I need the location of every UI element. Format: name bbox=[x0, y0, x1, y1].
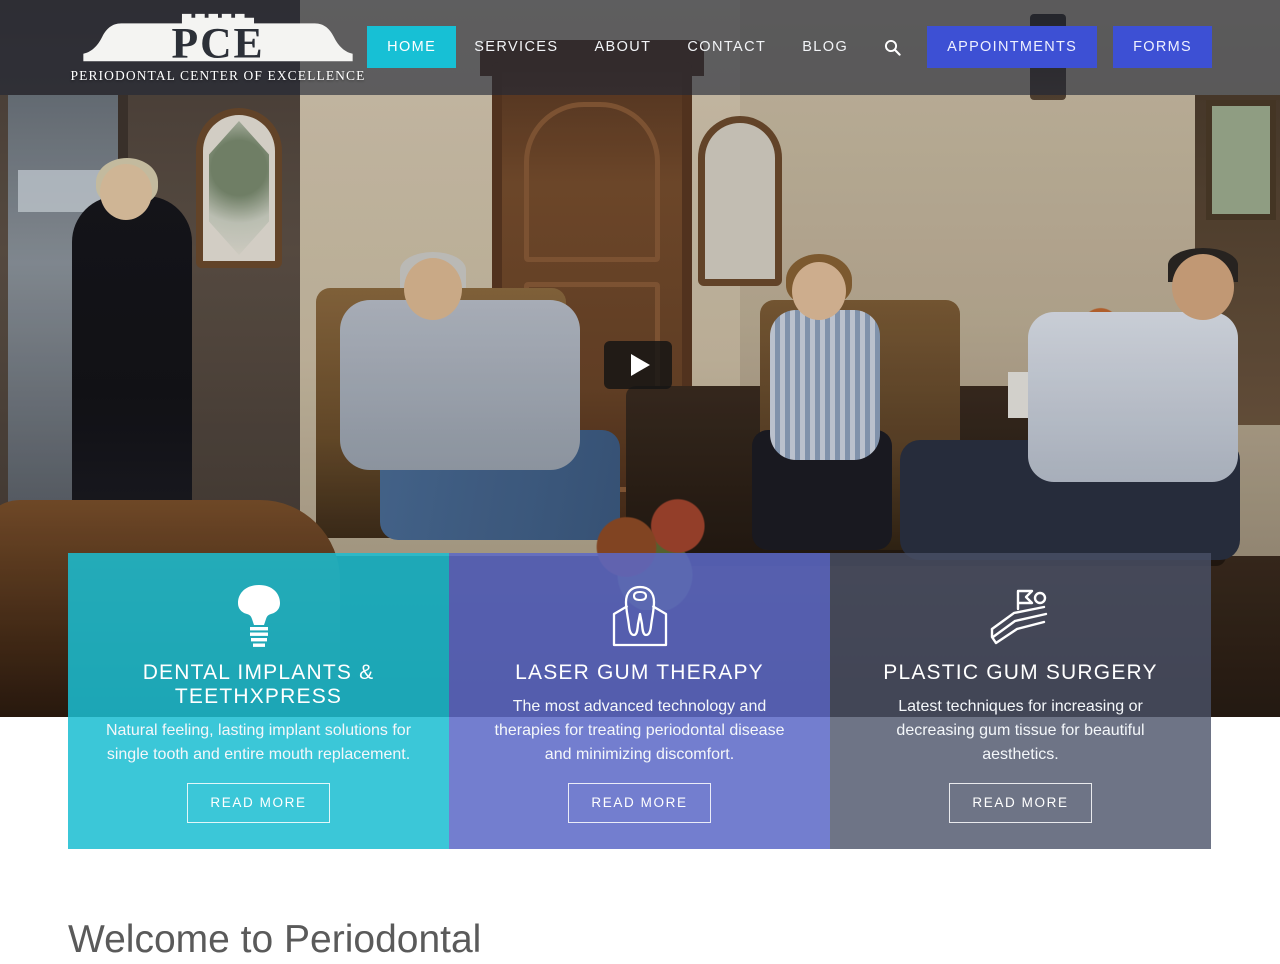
card-title: LASER GUM THERAPY bbox=[515, 661, 764, 684]
video-play-button[interactable] bbox=[604, 341, 672, 389]
forms-button[interactable]: FORMS bbox=[1113, 26, 1212, 68]
card-description: The most advanced technology and therapi… bbox=[494, 698, 785, 763]
appointments-button[interactable]: APPOINTMENTS bbox=[927, 26, 1098, 68]
welcome-section: Welcome to Periodontal bbox=[68, 916, 1068, 964]
site-header: PCE PERIODONTAL CENTER OF EXCELLENCE HOM… bbox=[0, 0, 1280, 95]
card-title: DENTAL IMPLANTS & TEETHXPRESS bbox=[142, 661, 375, 708]
service-card-dental-implants[interactable]: DENTAL IMPLANTS & TEETHXPRESS Natural fe… bbox=[68, 553, 449, 849]
card-description: Latest techniques for increasing or decr… bbox=[896, 698, 1145, 763]
nav-item-services[interactable]: SERVICES bbox=[456, 28, 576, 66]
tooth-gums-icon bbox=[473, 579, 806, 653]
main-navigation: HOME SERVICES ABOUT CONTACT BLOG APPOINT… bbox=[367, 26, 1212, 68]
card-title: PLASTIC GUM SURGERY bbox=[883, 661, 1158, 684]
nav-item-about[interactable]: ABOUT bbox=[576, 28, 669, 66]
gum-surgery-hand-icon bbox=[854, 579, 1187, 653]
read-more-button-plastic-gum-surgery[interactable]: READ MORE bbox=[949, 783, 1092, 823]
svg-text:PCE: PCE bbox=[172, 20, 265, 67]
logo-tagline: PERIODONTAL CENTER OF EXCELLENCE bbox=[70, 68, 366, 83]
read-more-button-dental-implants[interactable]: READ MORE bbox=[187, 783, 330, 823]
site-logo[interactable]: PCE PERIODONTAL CENTER OF EXCELLENCE bbox=[70, 12, 366, 84]
service-card-plastic-gum-surgery[interactable]: PLASTIC GUM SURGERY Latest techniques fo… bbox=[830, 553, 1211, 849]
search-button[interactable] bbox=[866, 31, 917, 64]
pce-logo-mark: PCE bbox=[83, 13, 353, 67]
nav-item-home[interactable]: HOME bbox=[367, 26, 457, 68]
dental-implant-icon bbox=[92, 579, 425, 653]
search-icon bbox=[885, 39, 901, 56]
welcome-heading: Welcome to Periodontal bbox=[68, 918, 482, 961]
service-cards: DENTAL IMPLANTS & TEETHXPRESS Natural fe… bbox=[68, 553, 1211, 849]
read-more-button-laser-gum-therapy[interactable]: READ MORE bbox=[568, 783, 711, 823]
nav-item-blog[interactable]: BLOG bbox=[784, 28, 866, 66]
nav-item-contact[interactable]: CONTACT bbox=[669, 28, 784, 66]
play-triangle-icon bbox=[630, 354, 650, 376]
card-description: Natural feeling, lasting implant solutio… bbox=[105, 722, 412, 763]
service-card-laser-gum-therapy[interactable]: LASER GUM THERAPY The most advanced tech… bbox=[449, 553, 830, 849]
